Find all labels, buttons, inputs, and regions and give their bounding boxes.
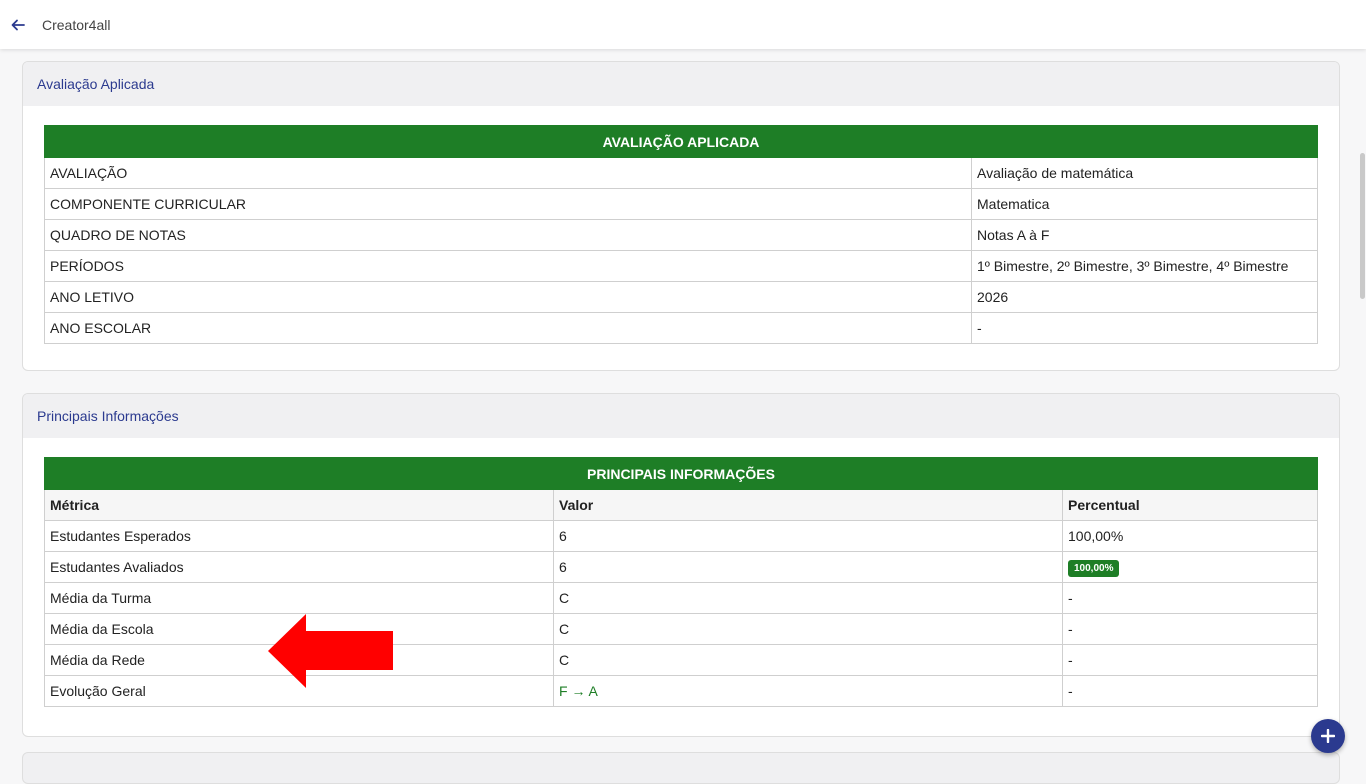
percent-cell: 100,00% bbox=[1062, 520, 1318, 552]
table-row: AVALIAÇÃO Avaliação de matemática bbox=[44, 157, 1318, 189]
percent-cell: - bbox=[1062, 644, 1318, 676]
column-header-metric: Métrica bbox=[44, 489, 554, 521]
table-row: ANO LETIVO 2026 bbox=[44, 281, 1318, 313]
plus-icon bbox=[1321, 729, 1335, 743]
table-row: Estudantes Avaliados 6 100,00% bbox=[44, 551, 1318, 583]
row-value: Avaliação de matemática bbox=[971, 157, 1318, 189]
table-row: ANO ESCOLAR - bbox=[44, 312, 1318, 344]
applied-assessment-card: Avaliação Aplicada AVALIAÇÃO APLICADA AV… bbox=[22, 61, 1340, 371]
percent-cell: 100,00% bbox=[1062, 551, 1318, 583]
next-card-partial bbox=[22, 752, 1340, 784]
row-label: COMPONENTE CURRICULAR bbox=[44, 188, 972, 220]
annotation-arrow-icon bbox=[268, 614, 393, 688]
table-row: Média da Escola C - bbox=[44, 613, 1318, 645]
row-label: ANO ESCOLAR bbox=[44, 312, 972, 344]
percent-cell: - bbox=[1062, 675, 1318, 707]
table-row: Média da Rede C - bbox=[44, 644, 1318, 676]
main-info-card-header: Principais Informações bbox=[23, 394, 1339, 438]
add-floating-button[interactable] bbox=[1311, 719, 1345, 753]
row-value: 2026 bbox=[971, 281, 1318, 313]
table-row: COMPONENTE CURRICULAR Matematica bbox=[44, 188, 1318, 220]
table-header-row: Métrica Valor Percentual bbox=[44, 489, 1318, 521]
percent-badge: 100,00% bbox=[1068, 559, 1120, 577]
applied-assessment-table-title: AVALIAÇÃO APLICADA bbox=[44, 125, 1318, 158]
app-title: Creator4all bbox=[42, 16, 111, 33]
percent-cell: - bbox=[1062, 613, 1318, 645]
row-label: ANO LETIVO bbox=[44, 281, 972, 313]
applied-assessment-table: AVALIAÇÃO APLICADA AVALIAÇÃO Avaliação d… bbox=[44, 125, 1318, 344]
row-value: Notas A à F bbox=[971, 219, 1318, 251]
value-cell: C bbox=[553, 644, 1063, 676]
main-info-table-title: PRINCIPAIS INFORMAÇÕES bbox=[44, 457, 1318, 490]
value-cell: 6 bbox=[553, 520, 1063, 552]
value-cell: F → A bbox=[553, 675, 1063, 707]
table-row: Evolução Geral F → A - bbox=[44, 675, 1318, 707]
value-cell: C bbox=[553, 613, 1063, 645]
row-label: PERÍODOS bbox=[44, 250, 972, 282]
row-label: QUADRO DE NOTAS bbox=[44, 219, 972, 251]
row-value: Matematica bbox=[971, 188, 1318, 220]
metric-cell: Estudantes Avaliados bbox=[44, 551, 554, 583]
scrollbar-thumb[interactable] bbox=[1360, 153, 1365, 299]
value-cell: C bbox=[553, 582, 1063, 614]
metric-cell: Média da Turma bbox=[44, 582, 554, 614]
row-value: 1º Bimestre, 2º Bimestre, 3º Bimestre, 4… bbox=[971, 250, 1318, 282]
top-app-bar: Creator4all bbox=[0, 0, 1366, 49]
table-row: PERÍODOS 1º Bimestre, 2º Bimestre, 3º Bi… bbox=[44, 250, 1318, 282]
main-info-table: PRINCIPAIS INFORMAÇÕES Métrica Valor Per… bbox=[44, 457, 1318, 707]
row-value: - bbox=[971, 312, 1318, 344]
main-info-card: Principais Informações PRINCIPAIS INFORM… bbox=[22, 393, 1340, 737]
arrow-left-icon bbox=[11, 19, 25, 30]
column-header-percent: Percentual bbox=[1062, 489, 1318, 521]
table-row: QUADRO DE NOTAS Notas A à F bbox=[44, 219, 1318, 251]
table-row: Estudantes Esperados 6 100,00% bbox=[44, 520, 1318, 552]
row-label: AVALIAÇÃO bbox=[44, 157, 972, 189]
percent-cell: - bbox=[1062, 582, 1318, 614]
applied-assessment-card-header: Avaliação Aplicada bbox=[23, 62, 1339, 106]
value-cell: 6 bbox=[553, 551, 1063, 583]
metric-cell: Estudantes Esperados bbox=[44, 520, 554, 552]
column-header-value: Valor bbox=[553, 489, 1063, 521]
back-button[interactable] bbox=[8, 15, 28, 35]
table-row: Média da Turma C - bbox=[44, 582, 1318, 614]
